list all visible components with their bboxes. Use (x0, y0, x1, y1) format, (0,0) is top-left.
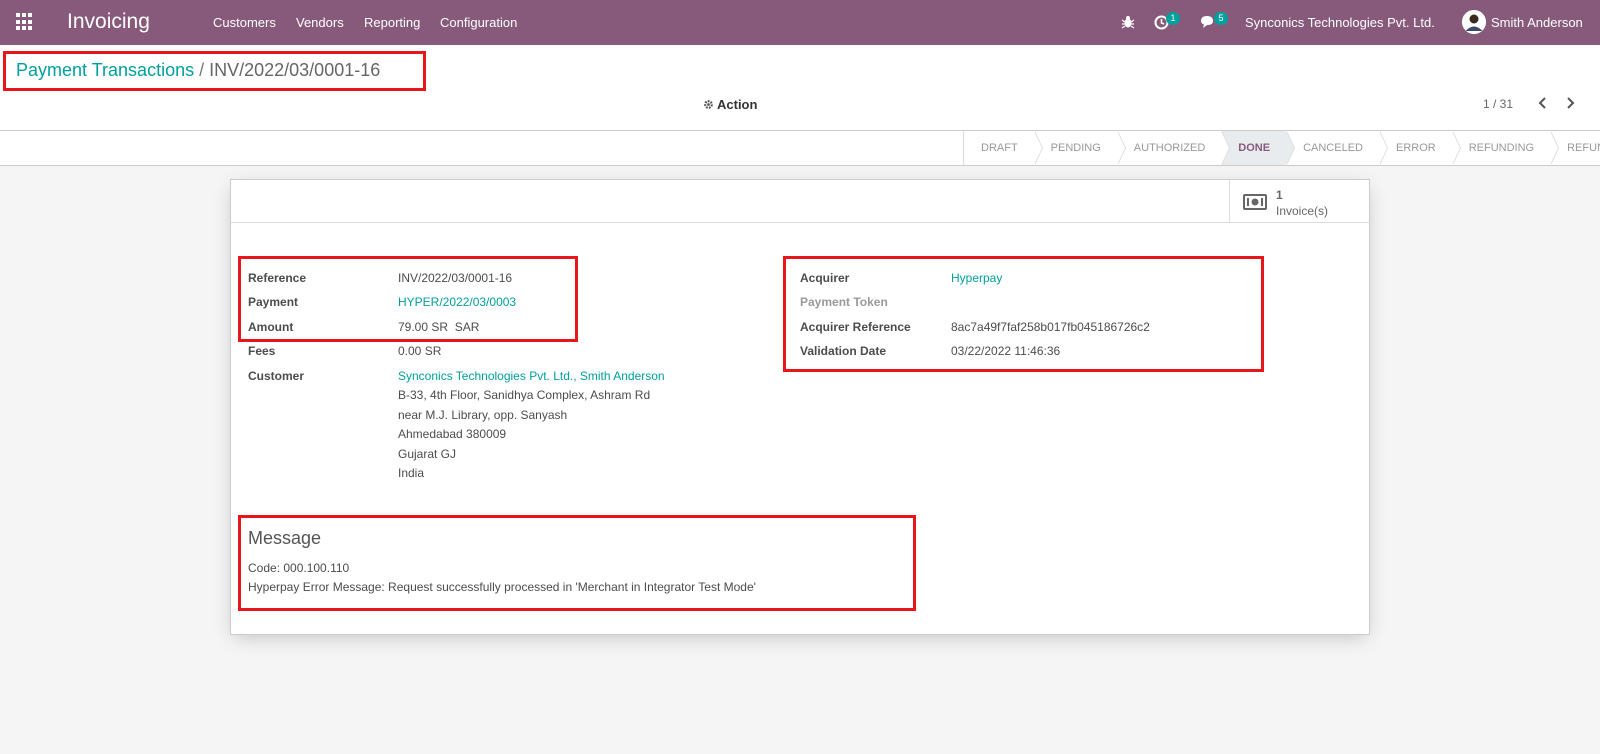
address-line: India (398, 466, 425, 480)
pager-next-icon[interactable] (1563, 96, 1577, 110)
company-switcher[interactable]: Synconics Technologies Pvt. Ltd. (1245, 15, 1435, 30)
stage-canceled[interactable]: CANCELED (1286, 131, 1388, 165)
control-panel: Payment Transactions / INV/2022/03/0001-16… (0, 45, 1600, 131)
pager-previous-icon[interactable] (1536, 96, 1550, 110)
amount-value: 79.00 SR SAR (398, 320, 480, 334)
validation-date-label: Validation Date (800, 344, 887, 358)
acquirer-reference-value: 8ac7a49f7faf258b017fb045186726c2 (951, 320, 1150, 334)
reference-label: Reference (248, 271, 307, 285)
reference-value: INV/2022/03/0001-16 (398, 271, 513, 285)
validation-date-value: 03/22/2022 11:46:36 (951, 344, 1061, 358)
customer-link[interactable]: Synconics Technologies Pvt. Ltd., Smith … (398, 369, 665, 383)
customer-label: Customer (248, 369, 305, 383)
action-label: Action (717, 97, 758, 112)
message-title: Message (248, 528, 322, 548)
address-line: near M.J. Library, opp. Sanyash (398, 408, 568, 422)
stage-done[interactable]: DONE (1221, 131, 1295, 165)
app-title[interactable]: Invoicing (67, 10, 150, 34)
acquirer-reference-label: Acquirer Reference (800, 320, 911, 334)
amount-label: Amount (248, 320, 294, 334)
fees-label: Fees (248, 344, 276, 358)
stage-error[interactable]: ERROR (1379, 131, 1461, 165)
user-menu[interactable]: Smith Anderson (1491, 15, 1583, 30)
fees-value: 0.00 SR (398, 344, 442, 358)
action-menu-button[interactable]: Action (703, 97, 757, 112)
message-code: Code: 000.100.110 (248, 561, 350, 575)
invoices-count: 1 (1276, 188, 1283, 202)
top-navbar: Invoicing Customers Vendors Reporting Co… (0, 0, 1600, 45)
button-box: 1 Invoice(s) (231, 180, 1371, 223)
user-avatar-icon (1462, 10, 1486, 34)
money-bill-icon (1243, 194, 1267, 210)
breadcrumb-separator: / (199, 60, 205, 80)
status-stages: DRAFT PENDING AUTHORIZED DONE CANCELED E… (963, 131, 1600, 165)
debug-bug-icon[interactable] (1121, 15, 1135, 29)
gear-icon (704, 100, 713, 109)
invoices-label: Invoice(s) (1276, 204, 1329, 218)
menu-customers[interactable]: Customers (213, 15, 276, 30)
breadcrumb-current: INV/2022/03/0001-16 (209, 60, 381, 80)
user-avatar[interactable] (1462, 10, 1486, 34)
menu-vendors[interactable]: Vendors (296, 15, 344, 30)
stage-refunding[interactable]: REFUNDING (1452, 131, 1560, 165)
breadcrumb-parent-link[interactable]: Payment Transactions (16, 60, 194, 80)
acquirer-label: Acquirer (800, 271, 850, 285)
activity-count-badge: 1 (1166, 12, 1180, 25)
payment-label: Payment (248, 295, 299, 309)
pager-value[interactable]: 1 / 31 (1483, 97, 1513, 111)
menu-reporting[interactable]: Reporting (364, 15, 420, 30)
invoices-stat-button[interactable]: 1 Invoice(s) (1229, 180, 1370, 223)
address-line: B-33, 4th Floor, Sanidhya Complex, Ashra… (398, 388, 651, 402)
breadcrumb: Payment Transactions / INV/2022/03/0001-16 (16, 60, 380, 81)
menu-configuration[interactable]: Configuration (440, 15, 517, 30)
address-line: Ahmedabad 380009 (398, 427, 507, 441)
form-sheet: 1 Invoice(s) Reference INV/2022/03/0001-… (230, 179, 1371, 635)
apps-menu-icon[interactable] (16, 13, 34, 31)
stage-authorized[interactable]: AUTHORIZED (1117, 131, 1230, 165)
messages-count-badge: 5 (1214, 12, 1228, 25)
status-bar: DRAFT PENDING AUTHORIZED DONE CANCELED E… (0, 131, 1600, 166)
stage-draft[interactable]: DRAFT (964, 131, 1043, 165)
payment-token-label: Payment Token (800, 295, 888, 309)
address-line: Gujarat GJ (398, 447, 457, 461)
payment-link[interactable]: HYPER/2022/03/0003 (398, 295, 516, 309)
acquirer-link[interactable]: Hyperpay (951, 271, 1002, 285)
message-text: Hyperpay Error Message: Request successf… (248, 580, 756, 594)
stage-pending[interactable]: PENDING (1034, 131, 1126, 165)
